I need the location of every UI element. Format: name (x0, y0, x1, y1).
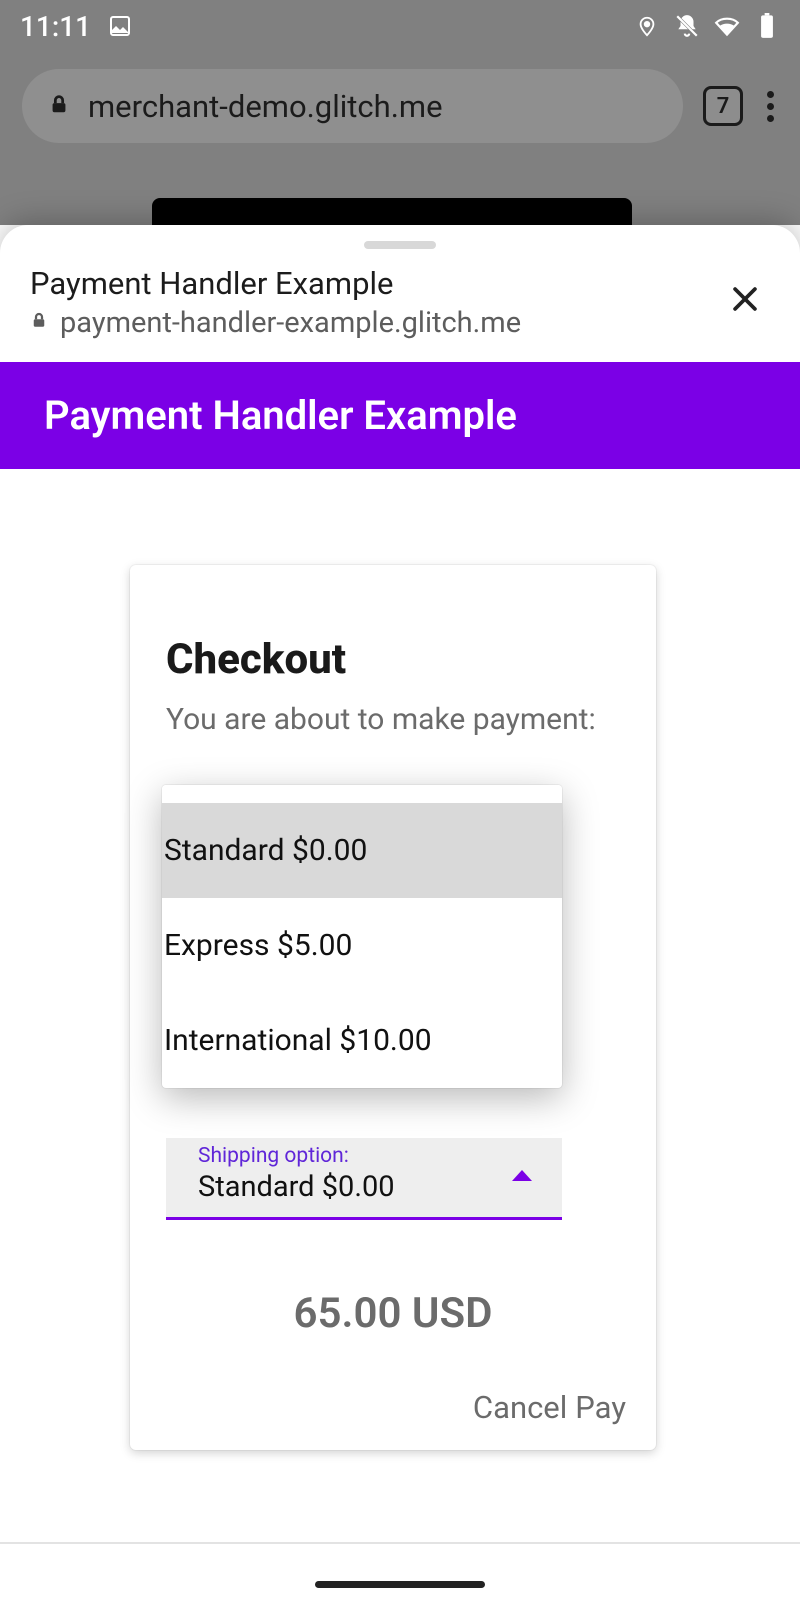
status-bar: 11:11 (0, 0, 800, 52)
wifi-icon (714, 13, 740, 39)
shipping-option-international[interactable]: International $10.00 (162, 993, 562, 1088)
lock-icon (48, 88, 70, 125)
payment-sheet: Payment Handler Example payment-handler-… (0, 225, 800, 1600)
shipping-selected: Standard $0.00 (198, 1170, 548, 1204)
shipping-option-express[interactable]: Express $5.00 (162, 898, 562, 993)
sheet-origin-text: payment-handler-example.glitch.me (60, 306, 521, 340)
shipping-select[interactable]: Shipping option: Standard $0.00 (166, 1138, 562, 1220)
shipping-label: Shipping option: (198, 1144, 548, 1168)
url-text: merchant-demo.glitch.me (88, 88, 443, 125)
sheet-title: Payment Handler Example (30, 265, 720, 302)
url-bar[interactable]: merchant-demo.glitch.me (22, 69, 683, 143)
checkout-subtitle: You are about to make payment: (166, 702, 620, 737)
lock-icon (30, 310, 48, 336)
divider (0, 1542, 800, 1544)
background-banner (152, 198, 632, 228)
pay-button[interactable]: Pay (575, 1389, 626, 1426)
checkout-title: Checkout (166, 635, 620, 684)
location-icon (634, 13, 660, 39)
total-amount: 65.00 USD (130, 1289, 656, 1338)
status-time: 11:11 (20, 10, 91, 43)
tabs-button[interactable]: 7 (703, 86, 743, 126)
chevron-up-icon (512, 1170, 532, 1181)
bell-off-icon (674, 13, 700, 39)
overflow-menu-button[interactable] (763, 87, 778, 126)
sheet-header: Payment Handler Example payment-handler-… (0, 259, 800, 362)
battery-icon (754, 13, 780, 39)
browser-toolbar: merchant-demo.glitch.me 7 (0, 62, 800, 150)
close-button[interactable] (720, 274, 770, 331)
home-indicator[interactable] (315, 1581, 485, 1588)
tab-count: 7 (717, 94, 730, 119)
app-header: Payment Handler Example (0, 362, 800, 469)
cancel-button[interactable]: Cancel (473, 1389, 567, 1426)
sheet-origin: payment-handler-example.glitch.me (30, 306, 720, 340)
picture-icon (107, 13, 133, 39)
sheet-drag-handle[interactable] (364, 241, 436, 249)
app-header-title: Payment Handler Example (44, 392, 517, 439)
shipping-option-standard[interactable]: Standard $0.00 (162, 803, 562, 898)
shipping-dropdown: Standard $0.00 Express $5.00 Internation… (162, 785, 562, 1088)
